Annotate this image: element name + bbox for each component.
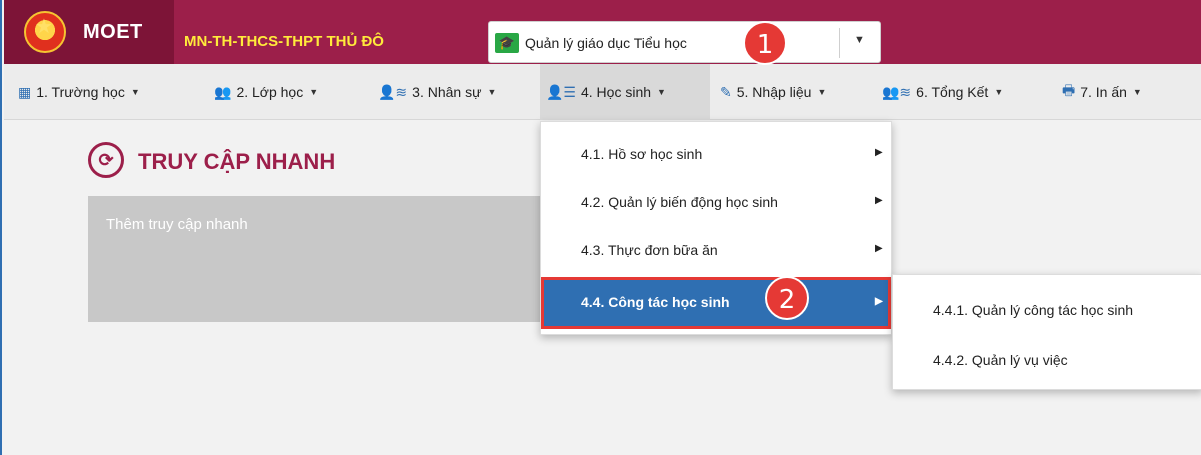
chevron-down-icon: ▼ (657, 87, 666, 97)
national-emblem-icon: ★ (24, 11, 66, 53)
nav-item-label: 2. Lớp học (236, 84, 304, 100)
top-header: ★ MOET MN-TH-THCS-THPT THỦ ĐÔ 🎓 Quản lý … (4, 0, 1201, 64)
quick-access-title: TRUY CẬP NHANH (138, 149, 336, 174)
nav-item-staff[interactable]: 👤≋ 3. Nhân sự ▼ (372, 64, 502, 120)
graduation-cap-icon: 🎓 (495, 33, 519, 53)
step-badge-1: 1 (743, 21, 787, 65)
main-nav: ▦ 1. Trường học ▼ 👥 2. Lớp học ▼ 👤≋ 3. N… (4, 64, 1201, 120)
menu-item-label: 4.2. Quản lý biến động học sinh (581, 194, 778, 210)
nav-item-school[interactable]: ▦ 1. Trường học ▼ (12, 64, 146, 120)
nav-item-classes[interactable]: 👥 2. Lớp học ▼ (208, 64, 324, 120)
chevron-down-icon[interactable]: ▼ (854, 34, 865, 46)
chevron-down-icon: ▼ (817, 87, 827, 97)
chevron-down-icon: ▼ (309, 87, 319, 97)
nav-item-label: 4. Học sinh (580, 84, 652, 100)
student-list-icon: 👤☰ (546, 83, 576, 100)
building-icon: ▦ (18, 83, 32, 100)
class-group-icon: 👥 (214, 83, 232, 100)
chevron-right-icon: ▶ (875, 243, 883, 254)
step-badge-2: 2 (765, 276, 809, 320)
chevron-right-icon: ▶ (875, 296, 883, 307)
menu-item-student-profile[interactable]: 4.1. Hồ sơ học sinh ▶ (541, 130, 891, 178)
nav-item-students[interactable]: 👤☰ 4. Học sinh ▼ (540, 64, 710, 120)
module-select-value: Quản lý giáo dục Tiểu học (525, 35, 687, 51)
submenu-item-label: 4.4.1. Quản lý công tác học sinh (933, 302, 1134, 318)
school-name: MN-TH-THCS-THPT THỦ ĐÔ (184, 33, 384, 50)
chevron-down-icon: ▼ (1132, 87, 1142, 97)
student-work-submenu: 4.4.1. Quản lý công tác học sinh 4.4.2. … (892, 274, 1201, 390)
quick-access-panel[interactable]: Thêm truy cập nhanh (88, 196, 548, 322)
printer-icon: 🖶 (1062, 82, 1076, 98)
module-select[interactable]: 🎓 Quản lý giáo dục Tiểu học ▼ (488, 21, 881, 63)
brand-area[interactable]: ★ MOET (4, 0, 174, 64)
menu-item-label: 4.1. Hồ sơ học sinh (581, 146, 703, 162)
menu-item-student-changes[interactable]: 4.2. Quản lý biến động học sinh ▶ (541, 178, 891, 226)
chevron-right-icon: ▶ (875, 147, 883, 158)
select-divider (839, 28, 840, 58)
submenu-item-incident-management[interactable]: 4.4.2. Quản lý vụ việc (893, 335, 1201, 385)
staff-icon: 👤≋ (378, 83, 408, 100)
nav-item-label: 3. Nhân sự (412, 84, 482, 100)
add-quick-access-label[interactable]: Thêm truy cập nhanh (106, 216, 248, 233)
nav-item-label: 7. In ấn (1080, 84, 1127, 100)
menu-item-label: 4.3. Thực đơn bữa ăn (581, 242, 718, 258)
chevron-down-icon: ▼ (994, 87, 1004, 97)
chevron-right-icon: ▶ (875, 195, 883, 206)
submenu-item-student-work-management[interactable]: 4.4.1. Quản lý công tác học sinh (893, 285, 1201, 335)
brand-name: MOET (83, 21, 143, 43)
summary-icon: 👥≋ (882, 83, 912, 100)
nav-item-label: 1. Trường học (36, 84, 125, 100)
nav-item-label: 6. Tổng Kết (916, 84, 989, 100)
nav-item-printing[interactable]: 🖶 7. In ấn ▼ (1056, 64, 1148, 120)
nav-item-label: 5. Nhập liệu (736, 84, 812, 100)
nav-item-summary[interactable]: 👥≋ 6. Tổng Kết ▼ (876, 64, 1009, 120)
nav-item-data-entry[interactable]: ✎ 5. Nhập liệu ▼ (714, 64, 832, 120)
quick-access-icon: ⟳ (88, 142, 124, 178)
student-dropdown-menu: 4.1. Hồ sơ học sinh ▶ 4.2. Quản lý biến … (540, 121, 892, 335)
submenu-item-label: 4.4.2. Quản lý vụ việc (933, 352, 1068, 368)
chevron-down-icon: ▼ (130, 87, 140, 97)
menu-item-label: 4.4. Công tác học sinh (581, 294, 730, 310)
chevron-down-icon: ▼ (487, 87, 497, 97)
app-window: ★ MOET MN-TH-THCS-THPT THỦ ĐÔ 🎓 Quản lý … (0, 0, 1201, 455)
menu-item-student-work[interactable]: 4.4. Công tác học sinh ▶ (541, 277, 891, 329)
menu-item-meal-menu[interactable]: 4.3. Thực đơn bữa ăn ▶ (541, 226, 891, 274)
edit-icon: ✎ (720, 83, 732, 100)
